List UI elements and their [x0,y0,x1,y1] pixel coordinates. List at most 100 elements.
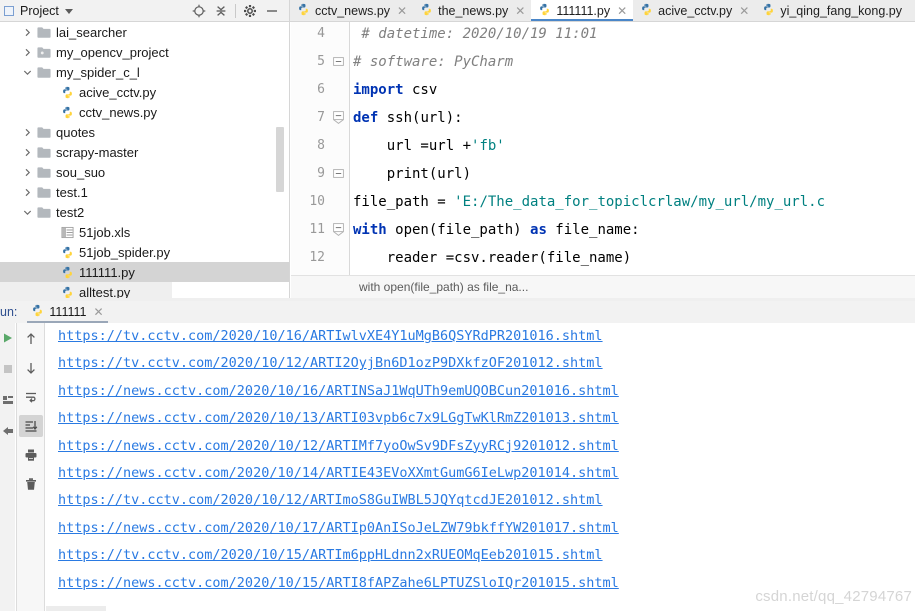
chevron-right-icon[interactable] [20,148,34,157]
folder-icon [37,186,51,199]
collapse-all-icon[interactable] [210,1,232,21]
console-link[interactable]: https://tv.cctv.com/2020/10/12/ARTImoS8G… [58,492,603,508]
console-link[interactable]: https://news.cctv.com/2020/10/13/ARTI03v… [58,410,619,426]
project-panel-header: Project [0,0,290,22]
tree-item-sou-suo[interactable]: sou_suo [0,162,289,182]
gutter-divider [349,22,350,275]
chevron-right-icon[interactable] [20,128,34,137]
run-tab-111111[interactable]: 111111 ✕ [27,301,108,323]
minimize-icon[interactable] [261,1,283,21]
console-link[interactable]: https://tv.cctv.com/2020/10/12/ARTI2OyjB… [58,355,603,371]
python-file-icon [640,3,653,19]
python-file-icon [61,106,74,119]
locate-icon[interactable] [188,1,210,21]
print-icon[interactable] [19,444,43,466]
tree-item-scrapy-master[interactable]: scrapy-master [0,142,289,162]
console-link[interactable]: https://tv.cctv.com/2020/10/15/ARTIm6ppH… [58,547,603,563]
close-icon[interactable]: ✕ [515,5,525,17]
tree-item-label: quotes [56,124,96,140]
code-line: with open(file_path) as file_name: [353,222,640,238]
code-token: file_path = [353,194,455,210]
run-console-output[interactable]: https://tv.cctv.com/2020/10/16/ARTIwlvXE… [46,323,915,611]
tree-item-lai-searcher[interactable]: lai_searcher [0,22,289,42]
code-token: import [353,82,404,98]
soft-wrap-icon[interactable] [19,386,43,408]
line-number: 8 [317,138,325,153]
console-link[interactable]: https://news.cctv.com/2020/10/17/ARTIp0A… [58,520,619,536]
project-panel-icon [4,5,14,16]
excel-file-icon [61,226,74,239]
folder-icon [37,26,51,39]
console-link[interactable]: https://news.cctv.com/2020/10/12/ARTIMf7… [58,438,619,454]
chevron-down-icon[interactable] [64,9,73,14]
editor-tab-yi_qing_fang_kong[interactable]: yi_qing_fang_kong.py [755,0,908,21]
tree-item-my-spider-c-l[interactable]: my_spider_c_l [0,62,289,82]
line-number: 11 [309,222,325,237]
console-link[interactable]: https://news.cctv.com/2020/10/16/ARTINSa… [58,383,619,399]
tree-item-label: scrapy-master [56,144,139,160]
run-tab-label: 111111 [49,305,87,319]
tree-item-label: 111111.py [79,264,135,280]
tree-item-my-opencv-project[interactable]: my_opencv_project [0,42,289,62]
chevron-right-icon[interactable] [20,28,34,37]
settings-gear-icon[interactable] [239,1,261,21]
python-file-icon [61,266,74,279]
tree-item-cctv-news-py[interactable]: cctv_news.py [0,102,289,122]
tree-item-label: 51job_spider.py [79,244,171,260]
tree-item-acive-cctv-py[interactable]: acive_cctv.py [0,82,289,102]
close-icon[interactable]: ✕ [739,5,749,17]
code-token: print(url) [353,166,472,182]
code-token: file_name: [546,222,640,238]
fold-region-icon[interactable] [333,223,344,236]
console-link[interactable]: https://news.cctv.com/2020/10/14/ARTIE43… [58,465,619,481]
folder-icon [37,126,51,139]
trash-icon[interactable] [19,473,43,495]
fold-minus-icon[interactable] [333,168,344,179]
tree-item-test2[interactable]: test2 [0,202,289,222]
folder-icon [37,166,51,179]
code-line: file_path = 'E:/The_data_for_topiclcrlaw… [353,194,825,210]
chevron-down-icon[interactable] [20,208,34,217]
tree-item-label: 51job.xls [79,224,131,240]
close-icon[interactable]: ✕ [93,305,103,319]
code-token: csv [403,82,438,98]
editor-tab-label: 111111.py [556,3,611,18]
fold-region-icon[interactable] [333,111,344,124]
code-token: reader =csv.reader(file_name) [353,250,632,266]
chevron-down-icon[interactable] [20,68,34,77]
python-file-icon [61,246,74,259]
arrow-down-icon[interactable] [19,357,43,379]
console-link[interactable]: https://tv.cctv.com/2020/10/16/ARTIwlvXE… [58,328,603,344]
line-number: 6 [317,82,325,97]
chevron-right-icon[interactable] [20,188,34,197]
close-icon[interactable]: ✕ [617,5,627,17]
project-tree-scrollbar[interactable] [276,127,284,192]
tree-item-111111-py[interactable]: 111111.py [0,262,289,282]
scroll-to-end-icon[interactable] [18,415,43,437]
tree-item-alltest-py[interactable]: alltest.py [0,282,172,298]
editor-tab-111111[interactable]: 111111.py ✕ [531,0,634,21]
code-token: as [530,222,547,238]
tree-item-test-1[interactable]: test.1 [0,182,289,202]
close-icon[interactable]: ✕ [397,5,407,17]
editor-tab-acive_cctv[interactable]: acive_cctv.py ✕ [633,0,756,21]
folder-icon [37,206,51,219]
chevron-right-icon[interactable] [20,48,34,57]
fold-minus-icon[interactable] [333,56,344,67]
console-link[interactable]: https://news.cctv.com/2020/10/15/ARTI8fA… [58,575,619,591]
project-panel-toolbar [188,1,289,21]
code-line: # software: PyCharm [353,54,513,70]
tree-item-51job-spider-py[interactable]: 51job_spider.py [0,242,289,262]
code-line: # datetime: 2020/10/19 11:01 [353,26,597,42]
project-tree[interactable]: lai_searcher my_opencv_project my_spider_c… [0,22,290,298]
chevron-right-icon[interactable] [20,168,34,177]
editor-tab-cctv_news[interactable]: cctv_news.py ✕ [290,0,414,21]
tree-item-label: alltest.py [79,284,131,299]
tree-item-51job-xls[interactable]: 51job.xls [0,222,289,242]
tree-item-quotes[interactable]: quotes [0,122,289,142]
top-row: Project cctv_news.py ✕ the_news.py ✕ 111… [0,0,915,22]
code-editor[interactable]: 4 # datetime: 2020/10/19 11:01 5 # softwar… [291,22,915,275]
code-token: open(file_path) [386,222,531,238]
arrow-up-icon[interactable] [19,328,43,350]
editor-tab-the_news[interactable]: the_news.py ✕ [413,0,532,21]
